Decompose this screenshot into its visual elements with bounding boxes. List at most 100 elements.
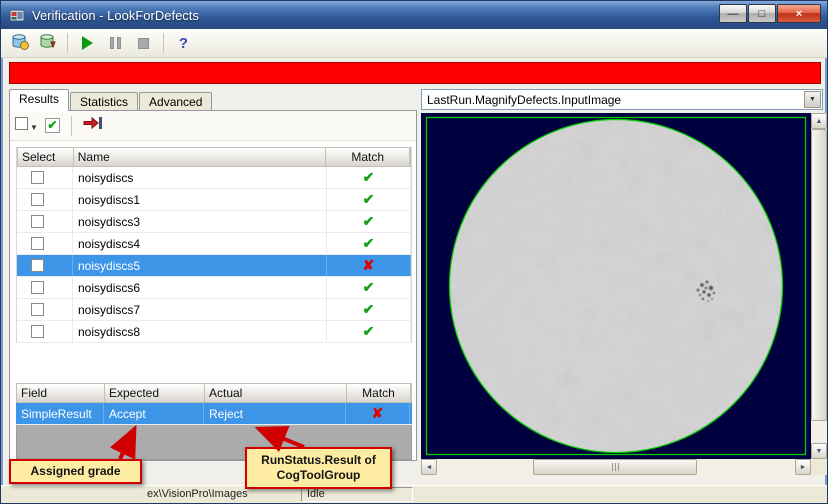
tab-results[interactable]: Results	[9, 89, 70, 111]
image-display: ▲ ▼ ◄ ►	[421, 113, 827, 475]
match-fail-icon: ✘	[327, 255, 411, 276]
column-header-match[interactable]: Match	[326, 148, 411, 166]
window-controls: — □ ×	[719, 4, 821, 23]
results-mini-toolbar: ▼ ✔	[10, 111, 416, 141]
results-table-header: Select Name Match	[17, 147, 411, 167]
row-checkbox[interactable]	[31, 193, 44, 206]
result-row[interactable]: noisydiscs7 ✔	[17, 299, 411, 321]
match-pass-icon: ✔	[327, 211, 411, 232]
run-status-color-bar	[9, 62, 821, 84]
result-row[interactable]: noisydiscs3 ✔	[17, 211, 411, 233]
close-button[interactable]: ×	[777, 4, 821, 23]
row-checkbox[interactable]	[31, 281, 44, 294]
scroll-right-icon: ►	[799, 463, 807, 471]
column-header-field[interactable]: Field	[17, 384, 105, 402]
column-header-name[interactable]: Name	[74, 148, 327, 166]
result-row[interactable]: noisydiscs ✔	[17, 167, 411, 189]
match-pass-icon: ✔	[327, 277, 411, 298]
run-checked-button[interactable]: ✔	[44, 118, 60, 133]
result-row[interactable]: noisydiscs1 ✔	[17, 189, 411, 211]
image-database-save-icon	[39, 33, 57, 53]
result-row[interactable]: noisydiscs4 ✔	[17, 233, 411, 255]
open-image-database-button[interactable]	[7, 32, 32, 55]
row-checkbox[interactable]	[31, 171, 44, 184]
red-arrow-icon	[83, 116, 102, 130]
scroll-down-button[interactable]: ▼	[811, 443, 827, 459]
run-selected-button[interactable]	[83, 115, 103, 136]
match-pass-icon: ✔	[327, 189, 411, 210]
row-checkbox[interactable]	[31, 325, 44, 338]
column-header-match[interactable]: Match	[347, 384, 411, 402]
select-cell	[17, 233, 73, 254]
detail-row[interactable]: SimpleResult Accept Reject ✘	[16, 403, 412, 425]
image-selector-combobox[interactable]: LastRun.MagnifyDefects.InputImage ▼	[421, 89, 823, 110]
select-cell	[17, 255, 73, 276]
run-button[interactable]	[75, 32, 100, 55]
column-header-actual[interactable]: Actual	[205, 384, 347, 402]
horizontal-scrollbar[interactable]: ◄ ►	[421, 459, 811, 475]
column-header-expected[interactable]: Expected	[105, 384, 205, 402]
detail-field: SimpleResult	[16, 403, 104, 424]
select-cell	[17, 299, 73, 320]
scroll-up-button[interactable]: ▲	[811, 113, 827, 129]
select-cell	[17, 167, 73, 188]
select-all-dropdown[interactable]: ▼	[15, 116, 38, 135]
help-icon: ?	[178, 34, 189, 52]
minimize-button[interactable]: —	[719, 4, 747, 23]
window-icon	[9, 7, 25, 23]
tab-statistics[interactable]: Statistics	[70, 92, 139, 111]
inspection-image[interactable]	[421, 113, 811, 459]
row-checkbox[interactable]	[31, 215, 44, 228]
result-row[interactable]: noisydiscs5 ✘	[17, 255, 411, 277]
result-row[interactable]: noisydiscs8 ✔	[17, 321, 411, 343]
maximize-button[interactable]: □	[748, 4, 776, 23]
column-header-select[interactable]: Select	[18, 148, 74, 166]
chevron-down-icon: ▼	[30, 122, 38, 132]
detail-actual: Reject	[204, 403, 346, 424]
main-toolbar: ?	[1, 29, 827, 58]
result-row[interactable]: noisydiscs6 ✔	[17, 277, 411, 299]
titlebar[interactable]: Verification - LookForDefects — □ ×	[1, 1, 827, 29]
play-icon	[82, 36, 93, 50]
scroll-right-button[interactable]: ►	[795, 459, 811, 475]
result-name: noisydiscs7	[73, 299, 327, 320]
row-checkbox[interactable]	[31, 259, 44, 272]
statusbar: ex\VisionPro\Images Idle	[1, 485, 827, 503]
scrollbar-corner	[811, 459, 827, 475]
callout-runstatus-result: RunStatus.Result of CogToolGroup	[245, 447, 392, 489]
stop-button[interactable]	[131, 32, 156, 55]
window-title: Verification - LookForDefects	[32, 7, 199, 23]
scroll-down-icon: ▼	[815, 447, 823, 455]
select-cell	[17, 277, 73, 298]
row-checkbox[interactable]	[31, 237, 44, 250]
match-pass-icon: ✔	[327, 233, 411, 254]
combo-dropdown-button[interactable]: ▼	[804, 91, 821, 108]
result-name: noisydiscs4	[73, 233, 327, 254]
result-name: noisydiscs	[73, 167, 327, 188]
horizontal-scroll-thumb[interactable]	[533, 459, 697, 475]
match-pass-icon: ✔	[327, 321, 411, 342]
image-selector-value: LastRun.MagnifyDefects.InputImage	[427, 92, 622, 107]
toolbar-separator	[163, 33, 164, 53]
row-checkbox[interactable]	[31, 303, 44, 316]
scroll-left-icon: ◄	[425, 463, 433, 471]
save-image-database-button[interactable]	[35, 32, 60, 55]
select-cell	[17, 189, 73, 210]
scroll-left-button[interactable]: ◄	[421, 459, 437, 475]
help-button[interactable]: ?	[171, 32, 196, 55]
status-state: Idle	[301, 487, 413, 502]
stop-icon	[138, 37, 149, 49]
vertical-scrollbar[interactable]: ▲ ▼	[811, 113, 827, 459]
tab-strip: Results Statistics Advanced	[9, 89, 213, 111]
verification-window: Verification - LookForDefects — □ × ? Re…	[0, 0, 828, 504]
toolbar-separator	[70, 115, 72, 136]
tab-advanced[interactable]: Advanced	[139, 92, 213, 111]
vertical-scroll-thumb[interactable]	[811, 129, 827, 421]
pause-button[interactable]	[103, 32, 128, 55]
match-fail-icon: ✘	[346, 403, 410, 424]
result-name: noisydiscs3	[73, 211, 327, 232]
detail-expected: Accept	[104, 403, 204, 424]
match-pass-icon: ✔	[327, 167, 411, 188]
toolbar-separator	[67, 33, 68, 53]
result-name: noisydiscs8	[73, 321, 327, 342]
